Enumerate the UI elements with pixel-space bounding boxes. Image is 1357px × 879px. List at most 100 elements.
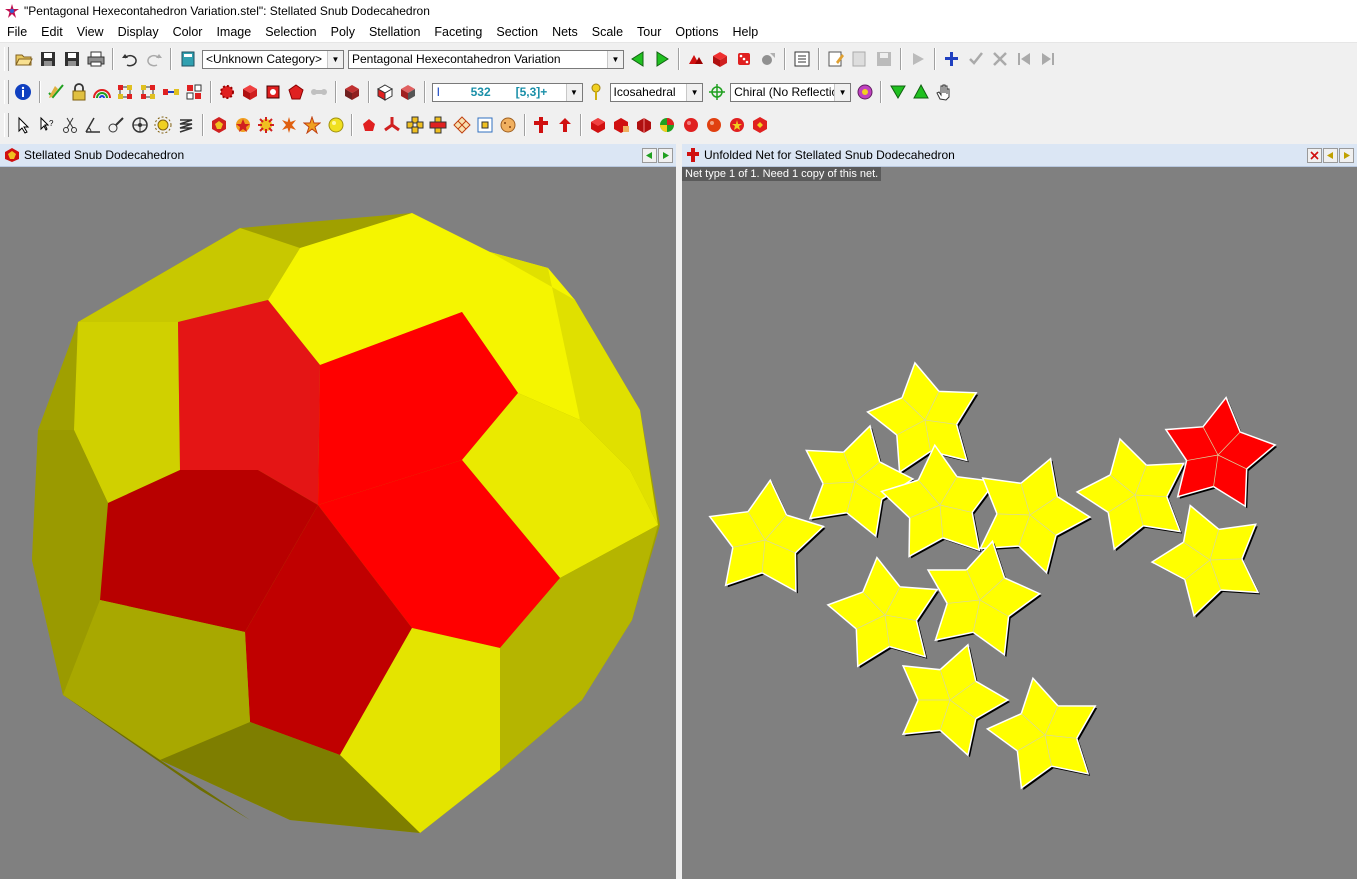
symmetry-select[interactable]: Icosahedral ▼ bbox=[609, 82, 704, 102]
red-polyhedra-icon[interactable] bbox=[685, 48, 707, 70]
spring-icon[interactable] bbox=[176, 114, 197, 136]
reflection-select[interactable]: Chiral (No Reflection) ▼ bbox=[730, 82, 852, 102]
delete-disabled-icon[interactable] bbox=[989, 48, 1011, 70]
category-select[interactable]: <Unknown Category> ▼ bbox=[202, 49, 344, 69]
polyhedron-view[interactable] bbox=[0, 167, 676, 879]
menu-nets[interactable]: Nets bbox=[545, 25, 585, 39]
faceted-ball-icon[interactable] bbox=[209, 114, 230, 136]
info-icon[interactable] bbox=[13, 81, 34, 103]
menu-edit[interactable]: Edit bbox=[34, 25, 70, 39]
redo-icon[interactable] bbox=[143, 48, 165, 70]
red-facet-ball-icon[interactable] bbox=[750, 114, 771, 136]
star-flower-icon[interactable] bbox=[302, 114, 323, 136]
scissors-icon[interactable] bbox=[59, 114, 80, 136]
menu-help[interactable]: Help bbox=[725, 25, 765, 39]
purple-face-icon[interactable] bbox=[854, 81, 875, 103]
target-icon[interactable] bbox=[263, 81, 284, 103]
symmetry-index-select[interactable]: I 532 [5,3]+ ▼ bbox=[431, 82, 583, 102]
save-disabled-icon[interactable] bbox=[873, 48, 895, 70]
next-pane-button[interactable] bbox=[658, 147, 673, 163]
cell-grid-icon[interactable] bbox=[184, 81, 205, 103]
toolbar-grip[interactable] bbox=[4, 113, 9, 137]
sun-face-icon[interactable] bbox=[152, 114, 173, 136]
first-disabled-icon[interactable] bbox=[1013, 48, 1035, 70]
pentagon-face-icon[interactable] bbox=[358, 114, 379, 136]
spiky-ball-icon[interactable] bbox=[255, 114, 276, 136]
toolbar-grip[interactable] bbox=[4, 47, 9, 71]
net-shape-icon[interactable] bbox=[405, 114, 426, 136]
close-pane-button[interactable] bbox=[1307, 147, 1322, 163]
cookie-icon[interactable] bbox=[498, 114, 519, 136]
print-icon[interactable] bbox=[85, 48, 107, 70]
undo-icon[interactable] bbox=[119, 48, 141, 70]
red-arrow-icon[interactable] bbox=[554, 114, 575, 136]
menu-file[interactable]: File bbox=[0, 25, 34, 39]
menu-selection[interactable]: Selection bbox=[258, 25, 323, 39]
menu-image[interactable]: Image bbox=[209, 25, 258, 39]
green-triangle-icon[interactable] bbox=[910, 81, 931, 103]
save-icon[interactable] bbox=[37, 48, 59, 70]
striped-cube-icon[interactable] bbox=[398, 81, 419, 103]
menu-color[interactable]: Color bbox=[166, 25, 210, 39]
frame-icon[interactable] bbox=[474, 114, 495, 136]
red-ball-alt-icon[interactable] bbox=[703, 114, 724, 136]
yellow-ball-icon[interactable] bbox=[325, 114, 346, 136]
red-cube-icon[interactable] bbox=[709, 48, 731, 70]
dark-red-cube-icon[interactable] bbox=[342, 81, 363, 103]
wheel-icon[interactable] bbox=[129, 114, 150, 136]
red-solid-cut-icon[interactable] bbox=[610, 114, 631, 136]
bone-icon[interactable] bbox=[309, 81, 330, 103]
star-burst-icon[interactable] bbox=[278, 114, 299, 136]
tools-icon[interactable] bbox=[106, 114, 127, 136]
pencil-check-icon[interactable] bbox=[46, 81, 67, 103]
diamond-net-icon[interactable] bbox=[451, 114, 472, 136]
gray-shape-icon[interactable] bbox=[757, 48, 779, 70]
add-icon[interactable] bbox=[941, 48, 963, 70]
menu-scale[interactable]: Scale bbox=[585, 25, 630, 39]
last-disabled-icon[interactable] bbox=[1037, 48, 1059, 70]
menu-stellation[interactable]: Stellation bbox=[362, 25, 427, 39]
previous-pane-button[interactable] bbox=[642, 147, 657, 163]
hand-icon[interactable] bbox=[933, 81, 954, 103]
angle-measure-icon[interactable] bbox=[83, 114, 104, 136]
menu-tour[interactable]: Tour bbox=[630, 25, 668, 39]
save-as-icon[interactable] bbox=[61, 48, 83, 70]
pointer-help-icon[interactable]: ? bbox=[36, 114, 57, 136]
menu-poly[interactable]: Poly bbox=[324, 25, 362, 39]
previous-model-icon[interactable] bbox=[627, 48, 649, 70]
toolbar-grip[interactable] bbox=[4, 80, 9, 104]
red-solid-split-icon[interactable] bbox=[634, 114, 655, 136]
menu-faceting[interactable]: Faceting bbox=[427, 25, 489, 39]
net-cross-icon[interactable] bbox=[428, 114, 449, 136]
previous-pane-button[interactable] bbox=[1323, 147, 1338, 163]
menu-view[interactable]: View bbox=[70, 25, 111, 39]
menu-display[interactable]: Display bbox=[111, 25, 166, 39]
grid-cells-alt-icon[interactable] bbox=[138, 81, 159, 103]
model-select[interactable]: Pentagonal Hexecontahedron Variation ▼ bbox=[348, 49, 624, 69]
properties-icon[interactable] bbox=[791, 48, 813, 70]
lock-icon[interactable] bbox=[69, 81, 90, 103]
next-model-icon[interactable] bbox=[651, 48, 673, 70]
red-pentagon-icon[interactable] bbox=[286, 81, 307, 103]
check-disabled-icon[interactable] bbox=[965, 48, 987, 70]
green-funnel-icon[interactable] bbox=[887, 81, 908, 103]
red-star-ball-icon[interactable] bbox=[727, 114, 748, 136]
cube-outline-icon[interactable] bbox=[375, 81, 396, 103]
menu-section[interactable]: Section bbox=[489, 25, 545, 39]
library-icon[interactable] bbox=[177, 48, 199, 70]
red-box-icon[interactable] bbox=[240, 81, 261, 103]
triskelion-icon[interactable] bbox=[381, 114, 402, 136]
open-folder-icon[interactable] bbox=[13, 48, 35, 70]
red-cross-icon[interactable] bbox=[531, 114, 552, 136]
red-solid-icon[interactable] bbox=[587, 114, 608, 136]
net-view[interactable] bbox=[682, 167, 1357, 879]
dice-icon[interactable] bbox=[733, 48, 755, 70]
menu-options[interactable]: Options bbox=[668, 25, 725, 39]
edit-list-icon[interactable] bbox=[825, 48, 847, 70]
grid-cells-icon[interactable] bbox=[115, 81, 136, 103]
play-disabled-icon[interactable] bbox=[907, 48, 929, 70]
next-pane-button[interactable] bbox=[1339, 147, 1354, 163]
edit-disabled-icon[interactable] bbox=[849, 48, 871, 70]
crosshair-icon[interactable] bbox=[706, 81, 727, 103]
color-ball-icon[interactable] bbox=[657, 114, 678, 136]
